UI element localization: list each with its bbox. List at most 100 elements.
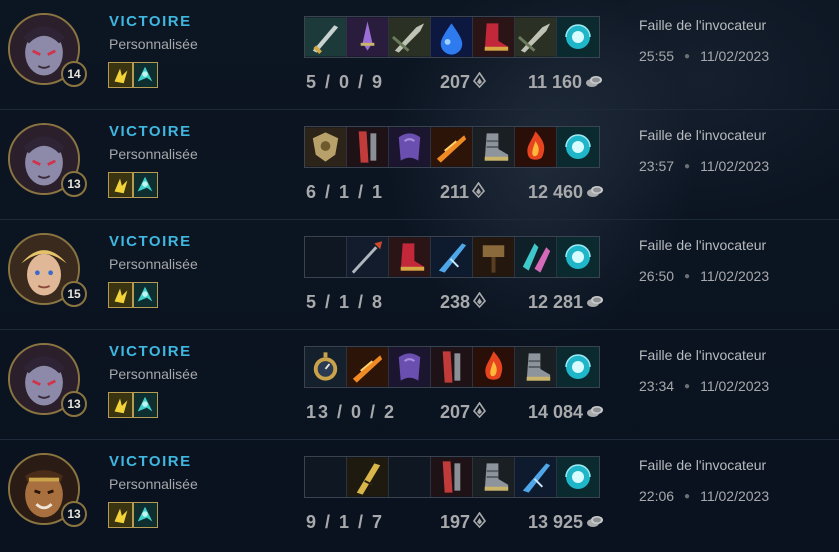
ward-orb-item-icon[interactable]	[557, 237, 599, 277]
blue-blade-item-icon[interactable]	[515, 457, 557, 497]
minion-icon	[473, 71, 487, 93]
minion-score: 238	[440, 291, 487, 313]
gold-earned: 12 281	[528, 292, 604, 313]
red-boots-item-icon[interactable]	[389, 237, 431, 277]
armored-boots-item-icon[interactable]	[473, 457, 515, 497]
gold-value: 12 281	[528, 292, 584, 312]
match-duration: 22:06	[639, 488, 675, 504]
ward-orb-item-icon[interactable]	[557, 457, 599, 497]
teal-crystal-item-icon[interactable]	[515, 237, 557, 277]
champion-level-badge: 15	[61, 281, 87, 307]
match-meta: 23:57 ● 11/02/2023	[639, 158, 769, 174]
primary-rune-icon[interactable]	[108, 502, 133, 528]
gold-blade-item-icon[interactable]	[347, 457, 389, 497]
empty-slot[interactable]	[305, 237, 347, 277]
blue-drop-item-icon[interactable]	[431, 17, 473, 57]
rune-group	[108, 282, 158, 308]
match-meta: 23:34 ● 11/02/2023	[639, 378, 769, 394]
primary-rune-icon[interactable]	[108, 282, 133, 308]
rune-group	[108, 62, 158, 88]
minion-score: 207	[440, 401, 487, 423]
minion-icon	[473, 401, 487, 423]
map-name: Faille de l'invocateur	[639, 237, 767, 253]
map-name: Faille de l'invocateur	[639, 347, 767, 363]
red-blade-item-icon[interactable]	[431, 347, 473, 387]
minion-score-value: 211	[440, 182, 470, 202]
match-result: VICTOIRE	[109, 343, 192, 360]
flame-blade-item-icon[interactable]	[431, 127, 473, 167]
match-history-list: 14 VICTOIRE Personnalisée 5 / 0 / 9 207 …	[0, 0, 839, 550]
gold-earned: 11 160	[528, 72, 603, 93]
violet-blade-item-icon[interactable]	[347, 17, 389, 57]
game-mode: Personnalisée	[109, 476, 198, 492]
match-date: 11/02/2023	[700, 378, 770, 394]
minion-score: 211	[440, 181, 486, 203]
gold-shield-item-icon[interactable]	[305, 127, 347, 167]
match-row[interactable]: 13 VICTOIRE Personnalisée 6 / 1 / 1 211 …	[0, 110, 839, 220]
match-result: VICTOIRE	[109, 233, 192, 250]
fire-item-icon[interactable]	[473, 347, 515, 387]
primary-rune-icon[interactable]	[108, 392, 133, 418]
game-mode: Personnalisée	[109, 146, 198, 162]
separator-dot-icon: ●	[684, 380, 691, 392]
match-row[interactable]: 15 VICTOIRE Personnalisée 5 / 1 / 8 238 …	[0, 220, 839, 330]
blue-blade-item-icon[interactable]	[431, 237, 473, 277]
armored-boots-item-icon[interactable]	[515, 347, 557, 387]
ward-orb-item-icon[interactable]	[557, 347, 599, 387]
ward-orb-item-icon[interactable]	[557, 127, 599, 167]
minion-score: 197	[440, 511, 487, 533]
secondary-rune-icon[interactable]	[133, 172, 158, 198]
primary-rune-icon[interactable]	[108, 172, 133, 198]
match-meta: 26:50 ● 11/02/2023	[639, 268, 769, 284]
dagger-item-icon[interactable]	[389, 17, 431, 57]
match-duration: 26:50	[639, 268, 675, 284]
map-name: Faille de l'invocateur	[639, 127, 767, 143]
armored-boots-item-icon[interactable]	[473, 127, 515, 167]
game-mode: Personnalisée	[109, 36, 198, 52]
secondary-rune-icon[interactable]	[133, 62, 158, 88]
primary-rune-icon[interactable]	[108, 62, 133, 88]
kda-score: 9 / 1 / 7	[306, 512, 385, 532]
hammer-item-icon[interactable]	[473, 237, 515, 277]
match-result: VICTOIRE	[109, 453, 192, 470]
gold-coins-icon	[586, 292, 604, 313]
flame-blade-item-icon[interactable]	[347, 347, 389, 387]
minion-score-value: 197	[440, 512, 471, 532]
item-build	[304, 126, 600, 168]
match-row[interactable]: 14 VICTOIRE Personnalisée 5 / 0 / 9 207 …	[0, 0, 839, 110]
red-boots-item-icon[interactable]	[473, 17, 515, 57]
separator-dot-icon: ●	[684, 160, 691, 172]
spear-item-icon[interactable]	[347, 237, 389, 277]
gold-value: 14 084	[528, 402, 584, 422]
match-result: VICTOIRE	[109, 123, 192, 140]
sword-item-icon[interactable]	[305, 17, 347, 57]
match-duration: 25:55	[639, 48, 675, 64]
purple-cloak-item-icon[interactable]	[389, 347, 431, 387]
fire-item-icon[interactable]	[515, 127, 557, 167]
ward-orb-item-icon[interactable]	[557, 17, 599, 57]
empty-slot[interactable]	[389, 457, 431, 497]
match-duration: 23:57	[639, 158, 675, 174]
gold-earned: 14 084	[528, 402, 604, 423]
purple-cloak-item-icon[interactable]	[389, 127, 431, 167]
minion-icon	[472, 181, 486, 203]
game-mode: Personnalisée	[109, 366, 198, 382]
match-date: 11/02/2023	[700, 488, 770, 504]
minion-icon	[473, 291, 487, 313]
champion-level-badge: 13	[61, 501, 87, 527]
match-row[interactable]: 13 VICTOIRE Personnalisée 13 / 0 / 2 207…	[0, 330, 839, 440]
empty-slot[interactable]	[305, 457, 347, 497]
map-name: Faille de l'invocateur	[639, 17, 767, 33]
secondary-rune-icon[interactable]	[133, 282, 158, 308]
dagger-item-icon[interactable]	[515, 17, 557, 57]
kda-score: 13 / 0 / 2	[306, 402, 397, 422]
secondary-rune-icon[interactable]	[133, 392, 158, 418]
match-meta: 25:55 ● 11/02/2023	[639, 48, 769, 64]
separator-dot-icon: ●	[684, 490, 691, 502]
stopwatch-item-icon[interactable]	[305, 347, 347, 387]
gold-coins-icon	[585, 72, 603, 93]
secondary-rune-icon[interactable]	[133, 502, 158, 528]
red-blade-item-icon[interactable]	[347, 127, 389, 167]
match-row[interactable]: 13 VICTOIRE Personnalisée 9 / 1 / 7 197 …	[0, 440, 839, 550]
red-blade-item-icon[interactable]	[431, 457, 473, 497]
